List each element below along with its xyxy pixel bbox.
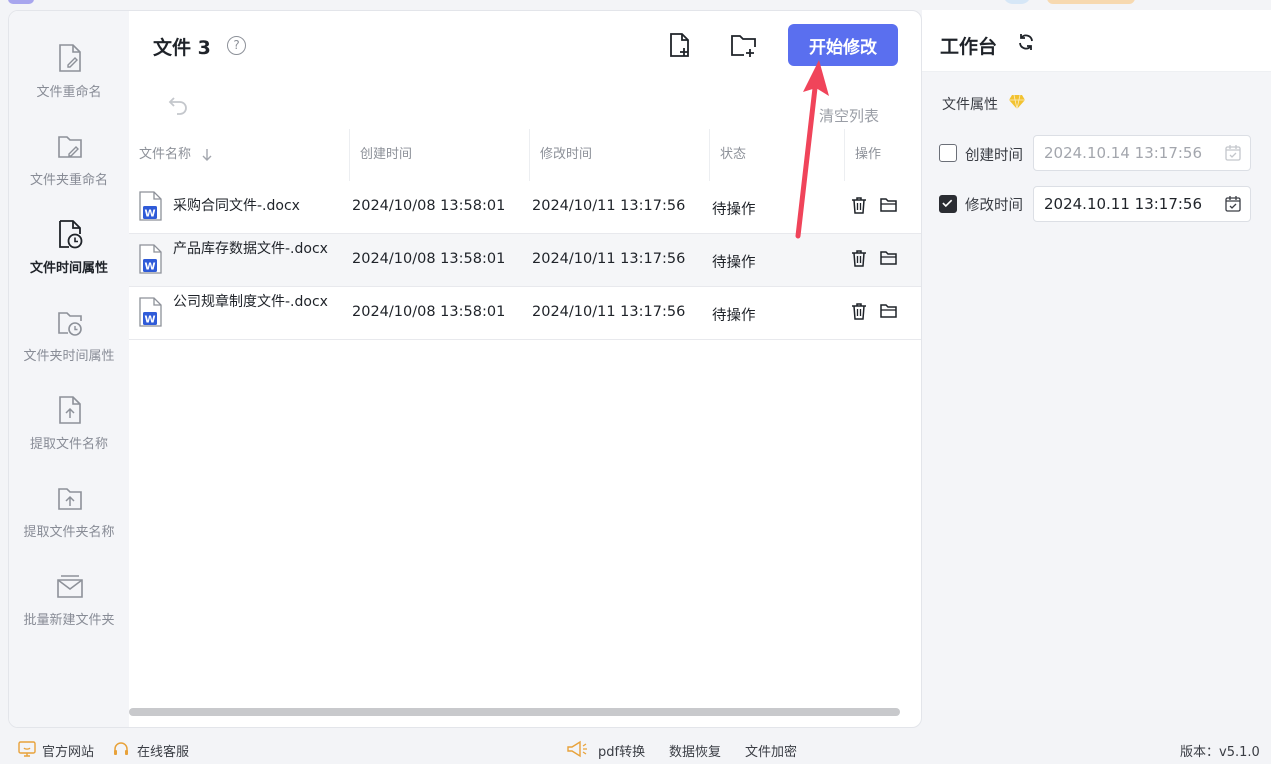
add-folder-icon[interactable]	[729, 31, 757, 59]
top-chip	[8, 0, 34, 4]
top-chip	[1003, 0, 1031, 4]
calendar-icon[interactable]	[1224, 144, 1242, 162]
file-name: 公司规章制度文件-.docx	[173, 294, 328, 310]
file-name: 产品库存数据文件-.docx	[173, 241, 328, 257]
open-folder-icon[interactable]	[879, 301, 899, 321]
folder-stack-icon	[57, 575, 83, 598]
file-name: 采购合同文件-.docx	[173, 198, 300, 214]
pdf-convert-link[interactable]: pdf转换	[598, 741, 645, 760]
open-folder-icon[interactable]	[879, 248, 899, 268]
diamond-icon	[1009, 94, 1025, 110]
created-time: 2024/10/08 13:58:01	[352, 198, 506, 214]
column-header-actions: 操作	[844, 129, 921, 181]
folder-edit-icon	[58, 136, 82, 158]
sidebar-item-file-time[interactable]: 文件时间属性	[9, 217, 129, 297]
undo-icon[interactable]	[166, 92, 190, 116]
table-row[interactable]: W 采购合同文件-.docx 2024/10/08 13:58:01 2024/…	[129, 181, 921, 234]
data-recovery-link[interactable]: 数据恢复	[669, 741, 721, 760]
clear-list-link[interactable]: 清空列表	[819, 105, 879, 126]
file-upload-icon	[59, 396, 81, 424]
modify-time-checkbox[interactable]	[939, 195, 957, 213]
sort-down-icon[interactable]	[201, 148, 213, 162]
modify-time-value: 2024.10.11 13:17:56	[1044, 195, 1203, 213]
sidebar-item-extract-file[interactable]: 提取文件名称	[9, 393, 129, 473]
help-icon[interactable]: ?	[227, 36, 246, 55]
word-doc-icon: W	[139, 191, 162, 221]
created-time: 2024/10/08 13:58:01	[352, 251, 506, 267]
modify-time-label: 修改时间	[965, 198, 1023, 214]
sidebar-item-label: 文件重命名	[36, 85, 102, 100]
folder-clock-icon	[58, 312, 82, 336]
sidebar-item-extract-folder[interactable]: 提取文件夹名称	[9, 481, 129, 561]
modified-time: 2024/10/11 13:17:56	[532, 198, 686, 214]
headset-icon	[114, 742, 128, 755]
svg-text:W: W	[144, 315, 155, 326]
page-title: 文件 3	[153, 37, 211, 59]
create-time-label: 创建时间	[965, 148, 1023, 164]
calendar-icon[interactable]	[1224, 195, 1242, 213]
column-header-modified: 修改时间	[529, 129, 709, 181]
sidebar-item-folder-time[interactable]: 文件夹时间属性	[9, 305, 129, 385]
modified-time: 2024/10/11 13:17:56	[532, 251, 686, 267]
megaphone-icon	[567, 740, 587, 758]
file-clock-icon	[59, 220, 83, 249]
workbench-panel: 工作台 文件属性 创建时间 2024.10.14 13:17:56 修改时间 2…	[922, 10, 1271, 710]
column-header-created: 创建时间	[349, 129, 529, 181]
panel-header: 工作台	[922, 10, 1271, 72]
status-bar: 官方网站 在线客服 pdf转换 数据恢复 文件加密 版本：v5.1.0	[0, 734, 1271, 764]
column-header-status: 状态	[709, 129, 844, 181]
column-header-name[interactable]: 文件名称	[129, 129, 349, 181]
sidebar-item-label: 提取文件夹名称	[23, 525, 115, 540]
sidebar-item-label: 文件时间属性	[29, 261, 108, 276]
create-time-value: 2024.10.14 13:17:56	[1044, 144, 1203, 162]
start-modify-button[interactable]: 开始修改	[788, 24, 898, 66]
file-encrypt-link[interactable]: 文件加密	[745, 741, 797, 760]
online-support-link[interactable]: 在线客服	[137, 741, 189, 760]
file-list-area: 文件 3 ? 开始修改 清空列表 文件名称 创建时间 修改时间 状态 操作 W …	[129, 11, 921, 727]
column-header-label: 文件名称	[139, 147, 192, 162]
monitor-icon	[18, 741, 36, 757]
top-strip	[0, 0, 1271, 10]
modified-time: 2024/10/11 13:17:56	[532, 304, 686, 320]
status-text: 待操作	[712, 308, 756, 324]
sidebar: 文件重命名 文件夹重命名 文件时间属性 文件夹时间属性 提取文件名称 提取文件夹…	[9, 11, 129, 727]
trash-icon[interactable]	[849, 195, 869, 215]
file-edit-icon	[59, 44, 81, 72]
checkmark-icon	[942, 199, 953, 208]
svg-text:W: W	[144, 262, 155, 273]
sidebar-item-batch-folder[interactable]: 批量新建文件夹	[9, 569, 129, 649]
folder-upload-icon	[58, 488, 82, 510]
create-time-checkbox[interactable]	[939, 144, 957, 162]
table-row[interactable]: W 公司规章制度文件-.docx 2024/10/08 13:58:01 202…	[129, 287, 921, 340]
main-window: 文件重命名 文件夹重命名 文件时间属性 文件夹时间属性 提取文件名称 提取文件夹…	[8, 10, 922, 728]
trash-icon[interactable]	[849, 301, 869, 321]
word-doc-icon: W	[139, 244, 162, 274]
table-header: 文件名称 创建时间 修改时间 状态 操作	[129, 129, 921, 181]
horizontal-scrollbar[interactable]	[129, 708, 900, 716]
trash-icon[interactable]	[849, 248, 869, 268]
open-folder-icon[interactable]	[879, 195, 899, 215]
sidebar-item-file-rename[interactable]: 文件重命名	[9, 41, 129, 121]
file-attributes-label: 文件属性	[942, 97, 998, 113]
status-text: 待操作	[712, 255, 756, 271]
svg-text:W: W	[144, 209, 155, 220]
sidebar-item-folder-rename[interactable]: 文件夹重命名	[9, 129, 129, 209]
official-website-link[interactable]: 官方网站	[42, 741, 94, 760]
table-row[interactable]: W 产品库存数据文件-.docx 2024/10/08 13:58:01 202…	[129, 234, 921, 287]
status-text: 待操作	[712, 202, 756, 218]
modify-time-input[interactable]: 2024.10.11 13:17:56	[1033, 186, 1251, 222]
sidebar-item-label: 批量新建文件夹	[23, 613, 115, 628]
sidebar-item-label: 文件夹时间属性	[23, 349, 115, 364]
top-chip	[1047, 0, 1135, 4]
sidebar-item-label: 提取文件名称	[29, 437, 108, 452]
panel-title: 工作台	[940, 36, 998, 58]
create-time-input[interactable]: 2024.10.14 13:17:56	[1033, 135, 1251, 171]
created-time: 2024/10/08 13:58:01	[352, 304, 506, 320]
add-file-icon[interactable]	[665, 31, 693, 59]
word-doc-icon: W	[139, 297, 162, 327]
sidebar-item-label: 文件夹重命名	[29, 173, 108, 188]
refresh-icon[interactable]	[1016, 32, 1036, 52]
version-label: 版本：v5.1.0	[1180, 745, 1260, 760]
